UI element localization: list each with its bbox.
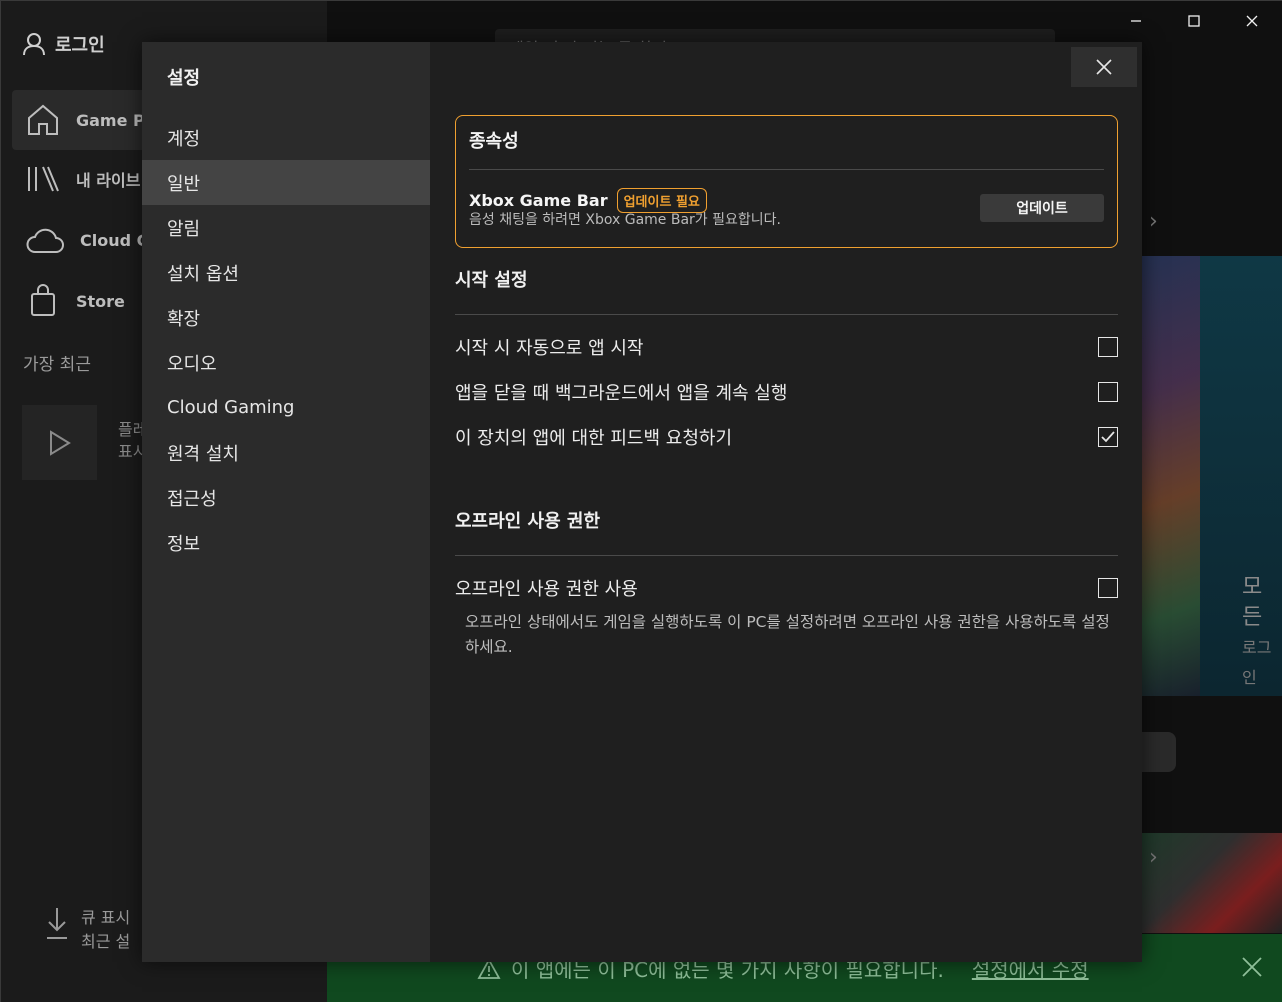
- user-icon: [23, 33, 45, 56]
- startup-heading: 시작 설정: [455, 270, 528, 291]
- startup-option-row[interactable]: 시작 시 자동으로 앱 시작: [455, 332, 1118, 362]
- settings-nav-accessibility[interactable]: 접근성: [142, 475, 430, 520]
- queue-button[interactable]: 큐 표시 최근 설: [45, 906, 130, 954]
- bag-icon: [31, 284, 55, 316]
- recent-heading: 가장 최근: [23, 355, 91, 375]
- auto-start-checkbox[interactable]: [1098, 337, 1118, 357]
- feedback-request-checkbox[interactable]: [1098, 427, 1118, 447]
- dependency-name: Xbox Game Bar: [469, 191, 608, 210]
- dependency-card: 종속성 Xbox Game Bar 업데이트 필요 음성 채팅을 하려면 Xbo…: [455, 115, 1118, 248]
- startup-option-row[interactable]: 이 장치의 앱에 대한 피드백 요청하기: [455, 422, 1118, 452]
- window-controls: [1107, 1, 1281, 41]
- settings-title: 설정: [167, 68, 201, 89]
- option-label: 앱을 닫을 때 백그라운드에서 앱을 계속 실행: [455, 383, 788, 404]
- close-icon: [1246, 15, 1258, 27]
- dependency-description: 음성 채팅을 하려면 Xbox Game Bar가 필요합니다.: [469, 212, 781, 228]
- promo-button[interactable]: [1142, 732, 1176, 772]
- settings-nav-notifications[interactable]: 알림: [142, 205, 430, 250]
- checkmark-icon: [1101, 431, 1115, 443]
- minimize-icon: [1131, 20, 1141, 22]
- recent-tile[interactable]: [22, 405, 97, 480]
- promo-title: 모든: [1242, 575, 1263, 630]
- settings-nav-cloud-gaming[interactable]: Cloud Gaming: [142, 385, 430, 430]
- login-button[interactable]: 로그인: [23, 31, 105, 57]
- download-icon: [47, 908, 67, 939]
- close-window-button[interactable]: [1223, 1, 1281, 41]
- offline-option-row[interactable]: 오프라인 사용 권한 사용: [455, 573, 1118, 603]
- game-art: [1142, 256, 1200, 696]
- update-button[interactable]: 업데이트: [980, 194, 1104, 222]
- settings-nav-audio[interactable]: 오디오: [142, 340, 430, 385]
- option-label: 시작 시 자동으로 앱 시작: [455, 338, 644, 359]
- maximize-button[interactable]: [1165, 1, 1223, 41]
- close-dialog-button[interactable]: [1071, 47, 1137, 87]
- chevron-right-icon[interactable]: ›: [1149, 845, 1158, 870]
- settings-content: 종속성 Xbox Game Bar 업데이트 필요 음성 채팅을 하려면 Xbo…: [430, 42, 1142, 962]
- home-icon: [28, 104, 58, 135]
- background-run-checkbox[interactable]: [1098, 382, 1118, 402]
- maximize-icon: [1188, 15, 1200, 27]
- cloud-icon: [26, 228, 64, 253]
- nav-label: Store: [76, 291, 125, 311]
- close-icon: [1096, 59, 1112, 75]
- settings-nav: 설정 계정 일반 알림 설치 옵션 확장 오디오 Cloud Gaming 원격…: [142, 42, 430, 962]
- promo-sub: 로그인: [1242, 638, 1272, 687]
- settings-nav-account[interactable]: 계정: [142, 115, 430, 160]
- banner-image: [1142, 833, 1282, 933]
- offline-heading: 오프라인 사용 권한: [455, 511, 601, 532]
- settings-nav-about[interactable]: 정보: [142, 520, 430, 565]
- nav-label: 내 라이브: [76, 171, 141, 190]
- play-icon: [49, 429, 71, 456]
- settings-nav-extensions[interactable]: 확장: [142, 295, 430, 340]
- chevron-right-icon[interactable]: ›: [1149, 209, 1158, 234]
- startup-option-row[interactable]: 앱을 닫을 때 백그라운드에서 앱을 계속 실행: [455, 377, 1118, 407]
- login-label: 로그인: [55, 35, 105, 56]
- queue-text: 최근 설: [81, 932, 131, 951]
- offline-note: 오프라인 상태에서도 게임을 실행하도록 이 PC를 설정하려면 오프라인 사용…: [465, 613, 1110, 656]
- offline-permission-checkbox[interactable]: [1098, 578, 1118, 598]
- settings-nav-install-options[interactable]: 설치 옵션: [142, 250, 430, 295]
- promo-text: 모든 로그인: [1242, 573, 1281, 693]
- dependency-row: Xbox Game Bar 업데이트 필요 음성 채팅을 하려면 Xbox Ga…: [469, 170, 1104, 248]
- divider: [455, 314, 1118, 315]
- settings-dialog: 설정 계정 일반 알림 설치 옵션 확장 오디오 Cloud Gaming 원격…: [142, 42, 1142, 962]
- queue-text: 큐 표시: [81, 908, 131, 927]
- settings-nav-general[interactable]: 일반: [142, 160, 430, 205]
- option-label: 이 장치의 앱에 대한 피드백 요청하기: [455, 428, 733, 449]
- library-icon: [28, 166, 59, 192]
- option-label: 오프라인 사용 권한 사용: [455, 579, 638, 600]
- dependency-title: 종속성: [469, 131, 519, 152]
- settings-nav-remote-install[interactable]: 원격 설치: [142, 430, 430, 475]
- divider: [455, 555, 1118, 556]
- minimize-button[interactable]: [1107, 1, 1165, 41]
- close-icon[interactable]: [1241, 956, 1263, 978]
